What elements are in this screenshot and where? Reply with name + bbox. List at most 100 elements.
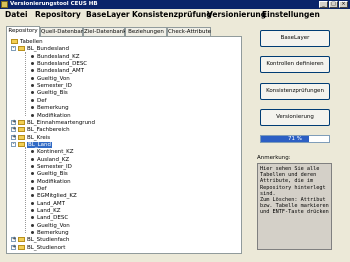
tab-ziel-datenbank[interactable]: Ziel-Datenbank [83,27,126,36]
tree-attribute[interactable]: Def [31,98,47,105]
tree-node-label: BL_Studienfach [27,237,70,244]
folder-icon [11,39,18,44]
tree-attribute-label: Def [37,97,47,104]
tree-attribute[interactable]: Gueltig_Bis [31,90,68,97]
attribute-icon [31,231,34,235]
menu-baselayer[interactable]: BaseLayer [86,9,130,21]
attribute-icon [31,106,34,110]
expand-icon[interactable]: + [11,127,16,133]
tree-attribute[interactable]: Gueltig_Von [31,76,70,83]
menu-einstellungen[interactable]: Einstellungen [262,9,320,21]
attribute-icon [31,98,34,102]
attribute-icon [31,91,34,95]
tree-attribute[interactable]: Bundesland_DESC [31,61,87,68]
tree-node[interactable]: + BL_Einnahmeartengrund [11,119,95,127]
progress-bar: 71 % [260,135,330,143]
tree-attribute[interactable]: Kontinent_KZ [31,149,74,156]
tree-node[interactable]: + BL_Fachbereich [11,127,70,134]
menu-konsistenzpruefung[interactable]: Konsistenzprüfung [132,9,212,21]
repository-panel: Tabellen - BL_Bundesland Bundesland_KZ Bunde… [6,36,242,254]
attribute-icon [31,209,34,213]
attribute-icon [31,54,34,58]
tree-attribute-label: Gueltig_Von [37,222,70,229]
app-icon [1,1,8,8]
attribute-icon [31,113,34,117]
tree-attribute-label: Def [37,186,47,192]
expand-icon[interactable]: + [11,244,16,250]
attribute-icon [31,150,34,154]
tree-attribute[interactable]: Semester_ID [31,83,72,90]
tree-attribute[interactable]: Modifikation [31,113,71,120]
tree-node[interactable]: - BL_Land [11,141,52,149]
tree-attribute[interactable]: EGMitglied_KZ [31,193,77,200]
tree-attribute-label: Gueltig_Von [37,75,70,82]
tree-root[interactable]: Tabellen [11,39,43,46]
folder-icon [18,141,25,147]
baselayer-button[interactable]: BaseLayer [260,30,330,47]
attribute-icon [31,172,34,176]
attribute-icon [31,201,34,205]
tree-attribute[interactable]: Gueltig_Bis [31,171,68,178]
versionierung-button[interactable]: Versionierung [260,109,330,126]
attribute-icon [31,62,34,66]
menu-bar: Datei Repository BaseLayer Konsistenzprü… [0,9,350,21]
tree-node-label: BL_Studienort [27,244,66,251]
tree-attribute[interactable]: Bundesland_AMT [31,68,84,75]
tree-attribute[interactable]: Def [31,186,47,193]
repository-tree[interactable]: Tabellen - BL_Bundesland Bundesland_KZ Bunde… [7,37,241,253]
expand-icon[interactable]: + [11,237,16,243]
tree-node[interactable]: + BL_Studienfach [11,237,69,244]
progress-label: 71 % [288,136,302,142]
expand-icon[interactable]: + [11,134,16,140]
tree-attribute-label: Bundesland_KZ [37,53,80,60]
tab-quell-datenbank[interactable]: Quell-Datenbank [40,27,87,36]
tree-attribute[interactable]: Gueltig_Von [31,223,70,230]
folder-icon [18,127,25,133]
tree-attribute-label: Land_KZ [37,208,61,215]
tree-attribute-label: Land_DESC [37,215,69,222]
attribute-icon [31,187,34,190]
tree-attribute-label: Semester_ID [37,83,72,90]
tree-attribute-label: Bundesland_DESC [37,61,88,68]
tree-attribute[interactable]: Ausland_KZ [31,157,69,164]
close-button[interactable]: × [339,1,348,8]
tree-attribute[interactable]: Land_AMT [31,201,65,208]
tree-node-label: BL_Land [27,141,52,148]
tree-node[interactable]: - BL_Bundesland [11,46,69,53]
tree-attribute-label: Modifikation [37,112,71,119]
attribute-icon [31,157,34,161]
expand-icon[interactable]: + [11,119,16,125]
attribute-icon [31,216,34,220]
attribute-icon [31,76,34,80]
tree-node[interactable]: + BL_Studienort [11,244,66,252]
tab-repository[interactable]: Repository [6,26,40,37]
menu-repository[interactable]: Repository [35,9,81,21]
collapse-icon[interactable]: - [11,46,16,52]
attribute-icon [31,84,34,88]
konsistenzpruefungen-button[interactable]: Konsistenzprüfungen [260,83,330,100]
menu-versionierung[interactable]: Versionierung [207,9,266,21]
folder-icon [18,46,25,52]
tree-attribute-label: Semester_ID [37,163,72,170]
app-window: Versionierungstool CEUS HB _ □ × Datei R… [0,0,350,262]
tree-attribute-label: EGMitglied_KZ [37,193,77,200]
tree-attribute[interactable]: Modifikation [31,179,71,186]
tree-attribute-label: Bemerkung [37,230,69,237]
tree-node-label: BL_Kreis [27,134,51,141]
tree-attribute[interactable]: Land_DESC [31,215,68,222]
tab-check-attribute[interactable]: Check-Attribute [167,27,211,36]
minimize-button[interactable]: _ [319,1,328,8]
tree-attribute-label: Gueltig_Bis [37,90,68,97]
tree-attribute[interactable]: Bemerkung [31,105,69,112]
tree-attribute[interactable]: Semester_ID [31,164,72,171]
tree-attribute[interactable]: Land_KZ [31,208,61,215]
note-textarea[interactable]: Hier sehen Sie alle Tabellen und deren A… [257,163,332,250]
tab-beziehungen[interactable]: Beziehungen [125,27,167,36]
menu-datei[interactable]: Datei [5,9,28,21]
collapse-icon[interactable]: - [11,141,16,147]
tree-node[interactable]: + BL_Kreis [11,134,51,142]
maximize-button[interactable]: □ [329,1,338,8]
kontrollen-definieren-button[interactable]: Kontrollen definieren [260,56,330,73]
title-bar[interactable]: Versionierungstool CEUS HB _ □ × [0,0,350,9]
tree-attribute[interactable]: Bundesland_KZ [31,54,80,61]
